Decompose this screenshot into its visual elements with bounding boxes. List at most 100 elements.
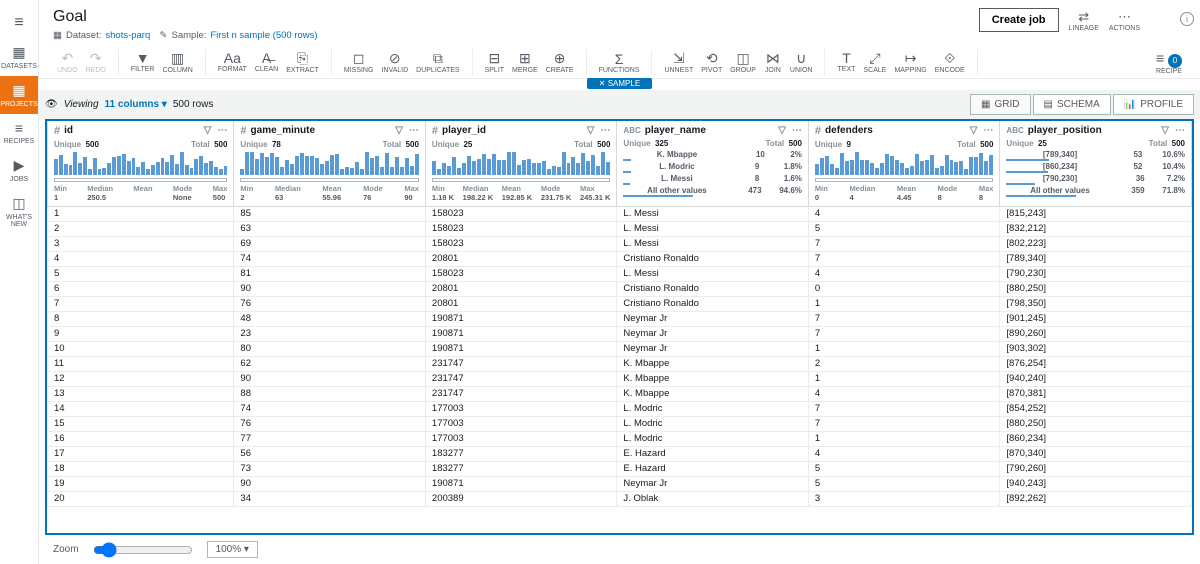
table-row[interactable]: 369158023L. Messi7[802,223]	[48, 236, 1192, 251]
extract-button[interactable]: ⎘EXTRACT	[282, 49, 323, 75]
sample-badge-close[interactable]: ✕ SAMPLE	[587, 78, 652, 89]
cell[interactable]: 200389	[425, 491, 617, 506]
cell[interactable]: 7	[808, 311, 1000, 326]
more-icon[interactable]: ⋯	[1175, 125, 1185, 136]
cell[interactable]: 76	[234, 296, 426, 311]
more-icon[interactable]: ⋯	[600, 125, 610, 136]
cell[interactable]: Cristiano Ronaldo	[617, 281, 809, 296]
filter-button[interactable]: ▼FILTER	[127, 49, 159, 75]
cell[interactable]: 12	[48, 371, 234, 386]
duplicates-button[interactable]: ⧉DUPLICATES	[412, 49, 463, 75]
filter-icon[interactable]: ▽	[778, 125, 786, 136]
cell[interactable]: 4	[808, 266, 1000, 281]
cell[interactable]: 76	[234, 416, 426, 431]
nav-projects[interactable]: ▦PROJECTS	[0, 76, 38, 114]
cell[interactable]: 7	[808, 251, 1000, 266]
scale-button[interactable]: ⤢SCALE	[859, 49, 890, 75]
cell[interactable]: 1	[808, 431, 1000, 446]
cell[interactable]: [901,245]	[1000, 311, 1192, 326]
cell[interactable]: 17	[48, 446, 234, 461]
cell[interactable]: [892,262]	[1000, 491, 1192, 506]
cell[interactable]: L. Messi	[617, 206, 809, 221]
table-row[interactable]: 1162231747K. Mbappe2[876,254]	[48, 356, 1192, 371]
filter-icon[interactable]: ▽	[204, 125, 212, 136]
cell[interactable]: [802,223]	[1000, 236, 1192, 251]
cell[interactable]: 74	[234, 401, 426, 416]
recipe-button[interactable]: ≡ 0RECIPE	[1152, 49, 1186, 76]
split-button[interactable]: ⊟SPLIT	[481, 49, 508, 75]
tab-schema[interactable]: ▤SCHEMA	[1033, 94, 1111, 115]
cell[interactable]: K. Mbappe	[617, 371, 809, 386]
cell[interactable]: 3	[808, 491, 1000, 506]
join-button[interactable]: ⋈JOIN	[760, 49, 786, 75]
column-header-player_position[interactable]: ABC player_position ▽ ⋯ Unique 25Total 5…	[1000, 121, 1192, 207]
cell[interactable]: [890,260]	[1000, 326, 1192, 341]
cell[interactable]: 20801	[425, 296, 617, 311]
table-row[interactable]: 185158023L. Messi4[815,243]	[48, 206, 1192, 221]
cell[interactable]: 13	[48, 386, 234, 401]
cell[interactable]: L. Modric	[617, 431, 809, 446]
cell[interactable]: 6	[48, 281, 234, 296]
zoom-select[interactable]: 100% ▾	[207, 541, 258, 558]
tab-profile[interactable]: 📊PROFILE	[1113, 94, 1194, 115]
cell[interactable]: 7	[808, 236, 1000, 251]
unnest-button[interactable]: ⇲UNNEST	[660, 49, 697, 75]
cell[interactable]: 1	[808, 371, 1000, 386]
cell[interactable]: 73	[234, 461, 426, 476]
undo-button[interactable]: ↶UNDO	[53, 49, 82, 75]
cell[interactable]: 0	[808, 281, 1000, 296]
cell[interactable]: L. Messi	[617, 236, 809, 251]
cell[interactable]: 1	[48, 206, 234, 221]
cell[interactable]: K. Mbappe	[617, 356, 809, 371]
table-row[interactable]: 1677177003L. Modric1[860,234]	[48, 431, 1192, 446]
cell[interactable]: [870,340]	[1000, 446, 1192, 461]
cell[interactable]: 7	[808, 401, 1000, 416]
table-row[interactable]: 1873183277E. Hazard5[790,260]	[48, 461, 1192, 476]
cell[interactable]: 5	[808, 461, 1000, 476]
cell[interactable]: 20	[48, 491, 234, 506]
column-header-game_minute[interactable]: # game_minute ▽ ⋯ Unique 78Total 500Min2…	[234, 121, 426, 207]
redo-button[interactable]: ↷REDO	[82, 49, 110, 75]
cell[interactable]: 19	[48, 476, 234, 491]
more-icon[interactable]: ⋯	[983, 125, 993, 136]
more-icon[interactable]: ⋯	[792, 125, 802, 136]
cell[interactable]: 11	[48, 356, 234, 371]
invalid-button[interactable]: ⊘INVALID	[377, 49, 412, 75]
cell[interactable]: 20801	[425, 251, 617, 266]
cell[interactable]: 190871	[425, 476, 617, 491]
cell[interactable]: L. Messi	[617, 266, 809, 281]
data-grid[interactable]: # id ▽ ⋯ Unique 500Total 500Min1Median25…	[45, 119, 1194, 536]
cell[interactable]: [832,212]	[1000, 221, 1192, 236]
cell[interactable]: 4	[48, 251, 234, 266]
cell[interactable]: Neymar Jr	[617, 311, 809, 326]
cell[interactable]: 10	[48, 341, 234, 356]
create-button[interactable]: ⊕CREATE	[542, 49, 578, 75]
cell[interactable]: 7	[808, 326, 1000, 341]
cell[interactable]: 4	[808, 446, 1000, 461]
range-slider[interactable]	[54, 178, 227, 182]
cell[interactable]: [880,250]	[1000, 416, 1192, 431]
cell[interactable]: 158023	[425, 266, 617, 281]
table-row[interactable]: 1990190871Neymar Jr5[940,243]	[48, 476, 1192, 491]
cell[interactable]: 1	[808, 341, 1000, 356]
table-row[interactable]: 1388231747K. Mbappe4[870,381]	[48, 386, 1192, 401]
cell[interactable]: Cristiano Ronaldo	[617, 251, 809, 266]
cell[interactable]: 23	[234, 326, 426, 341]
table-row[interactable]: 77620801Cristiano Ronaldo1[798,350]	[48, 296, 1192, 311]
column-button[interactable]: ▥COLUMN	[158, 49, 196, 75]
nav-whatsnew[interactable]: ◫WHAT'S NEW	[0, 189, 38, 234]
nav-datasets[interactable]: ▦DATASETS	[0, 38, 38, 76]
cell[interactable]: [815,243]	[1000, 206, 1192, 221]
cell[interactable]: E. Hazard	[617, 446, 809, 461]
cell[interactable]: L. Modric	[617, 416, 809, 431]
cell[interactable]: 158023	[425, 236, 617, 251]
cell[interactable]: E. Hazard	[617, 461, 809, 476]
cell[interactable]: 1	[808, 296, 1000, 311]
cell[interactable]: 190871	[425, 326, 617, 341]
clean-button[interactable]: A̶CLEAN	[251, 49, 282, 75]
cell[interactable]: 56	[234, 446, 426, 461]
cell[interactable]: 5	[808, 476, 1000, 491]
table-row[interactable]: 2034200389J. Oblak3[892,262]	[48, 491, 1192, 506]
cell[interactable]: [790,230]	[1000, 266, 1192, 281]
column-header-defenders[interactable]: # defenders ▽ ⋯ Unique 9Total 500Min0Med…	[808, 121, 1000, 207]
